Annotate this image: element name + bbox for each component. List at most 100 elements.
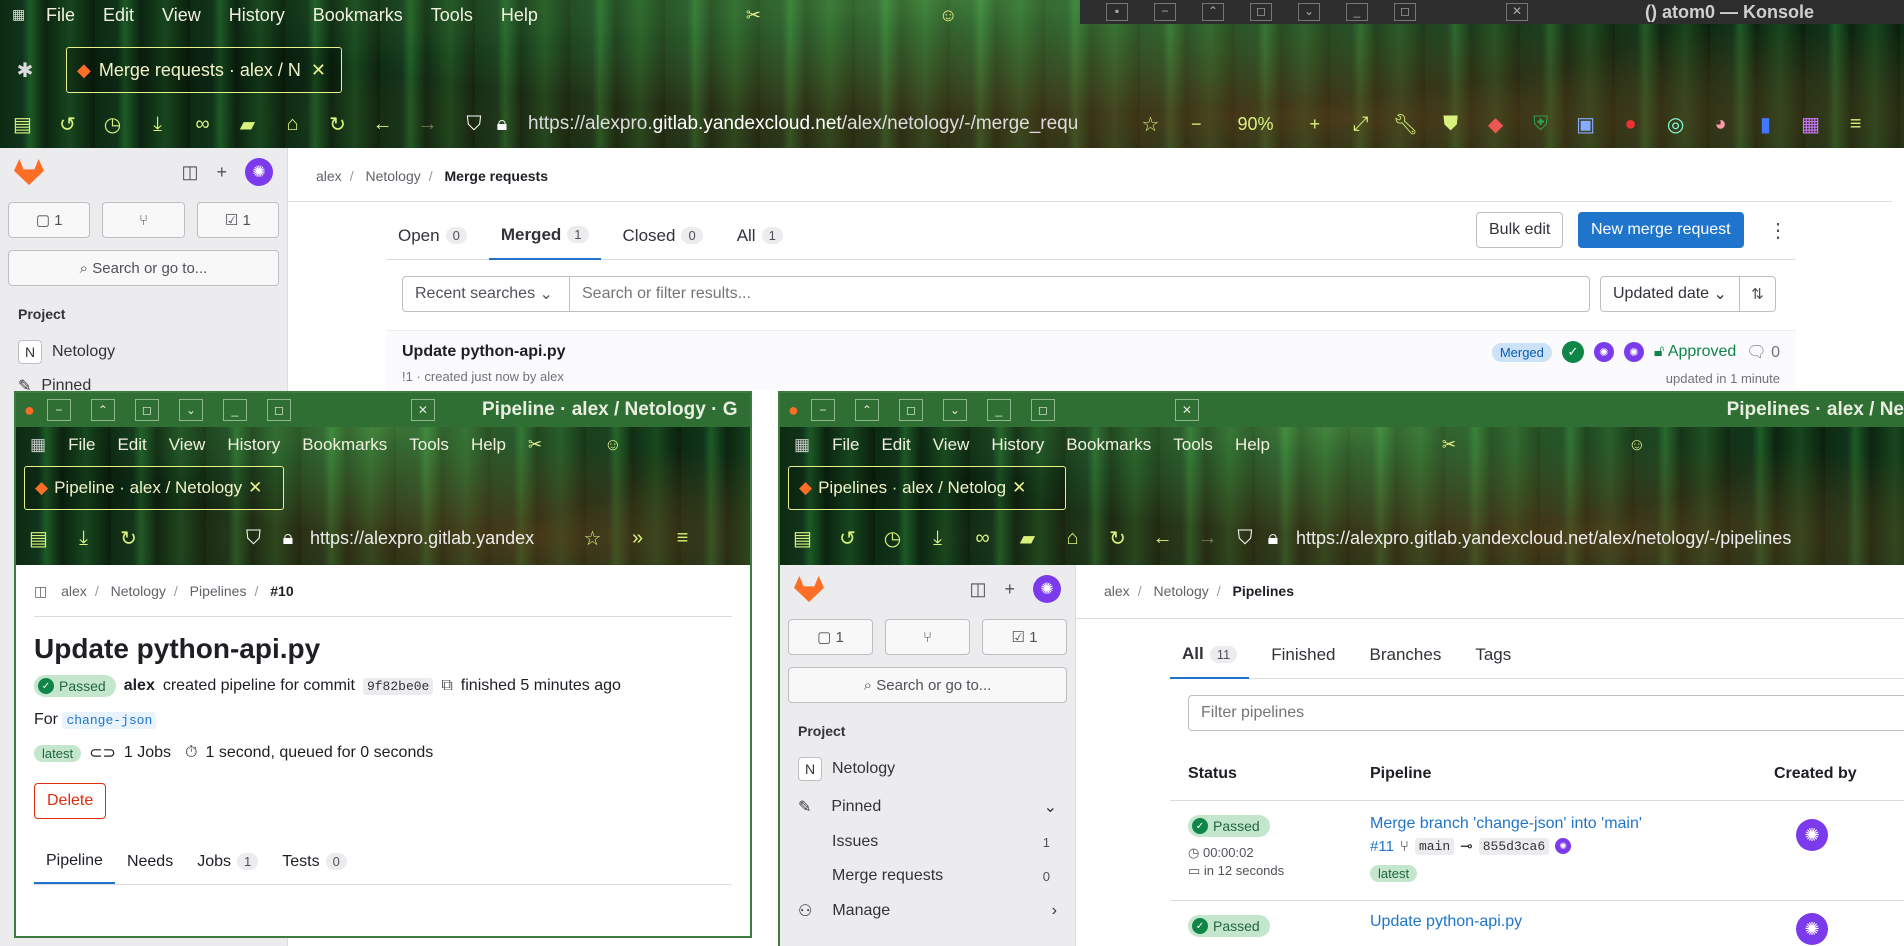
issues-counter-button[interactable]: ▢ 1	[8, 202, 91, 238]
konsole-minimize-button[interactable]: _	[1346, 3, 1368, 21]
menu-history[interactable]: History	[991, 435, 1044, 455]
status-badge[interactable]: ✓ Passed	[1188, 915, 1270, 937]
sort-direction-icon[interactable]: ⇅	[1739, 276, 1776, 312]
menu-file[interactable]: File	[832, 435, 859, 455]
sidebar-item-project[interactable]: N Netology	[0, 332, 287, 372]
tab-merge-requests[interactable]: ◆ Merge requests · alex / N ✕	[66, 47, 342, 93]
search-button[interactable]: ⌕ Search or go to...	[788, 667, 1067, 703]
tab-all[interactable]: All 1	[725, 212, 795, 260]
more-actions-icon[interactable]: ⋮	[1768, 218, 1788, 243]
sidebar-item-project[interactable]: N Netology	[780, 749, 1075, 789]
konsole-expand-button[interactable]: ⌄	[1298, 3, 1320, 21]
tab-closed[interactable]: Closed 0	[611, 212, 715, 260]
avatar[interactable]: ✺	[245, 158, 273, 186]
menu-tools[interactable]: Tools	[431, 5, 473, 26]
breadcrumb-current[interactable]: #10	[270, 583, 293, 599]
home-icon[interactable]: ⌂	[1050, 527, 1095, 550]
url-text[interactable]: https://alexpro.gitlab.yandexcloud.net/a…	[1296, 528, 1856, 549]
user-icon[interactable]: ☺	[1628, 435, 1645, 455]
menu-file[interactable]: File	[68, 435, 95, 455]
todo-counter-button[interactable]: ☑ 1	[196, 202, 279, 238]
grid-icon[interactable]: ▦	[1788, 112, 1833, 137]
win-close-button[interactable]: ✕	[410, 399, 435, 421]
hamburger-menu-icon[interactable]: ≡	[660, 527, 705, 550]
status-badge[interactable]: ✓ Passed	[34, 675, 116, 697]
menu-bookmarks[interactable]: Bookmarks	[1066, 435, 1151, 455]
shield-icon[interactable]: ⛉	[460, 113, 488, 136]
plus-icon[interactable]: +	[216, 162, 227, 183]
gitlab-logo-icon[interactable]	[794, 576, 824, 602]
breadcrumb-user[interactable]: alex	[316, 168, 342, 184]
reload-icon[interactable]: ↻	[1095, 526, 1140, 551]
tab-pipeline[interactable]: ◆ Pipeline · alex / Netology ✕	[24, 466, 284, 510]
bulk-edit-button[interactable]: Bulk edit	[1476, 212, 1564, 248]
branch-name[interactable]: main	[1414, 837, 1455, 855]
menu-history[interactable]: History	[229, 5, 285, 26]
screenshot-icon[interactable]: ✂	[746, 5, 761, 26]
download-icon[interactable]: ⤓	[915, 527, 960, 550]
tab-open[interactable]: Open 0	[386, 212, 479, 260]
screenshot-icon[interactable]: ✂	[1442, 435, 1456, 455]
sidebar-collapse-icon[interactable]: ◫	[181, 162, 198, 183]
sidebar-item-issues[interactable]: Issues 1	[780, 825, 1075, 859]
palette-icon[interactable]: ◕	[1698, 113, 1743, 136]
plus-icon[interactable]: +	[1004, 579, 1015, 600]
breadcrumb-project[interactable]: Netology	[1153, 583, 1208, 599]
win-keep-above-button[interactable]: ⌃	[854, 399, 879, 421]
sidebar-toggle-icon[interactable]: ▤	[0, 112, 45, 137]
book-icon[interactable]: ▮	[1743, 112, 1788, 137]
gitlab-logo-icon[interactable]	[14, 159, 44, 185]
avatar[interactable]: ✺	[1033, 575, 1061, 603]
mr-title[interactable]: Update python-api.py	[402, 343, 566, 361]
reload-icon[interactable]: ↻	[106, 526, 151, 551]
menu-tools[interactable]: Tools	[409, 435, 449, 455]
pipeline-passed-icon[interactable]: ✓	[1561, 341, 1584, 363]
zoom-level[interactable]: 90%	[1238, 114, 1274, 135]
reload-icon[interactable]: ↻	[315, 112, 360, 137]
author-avatar[interactable]: ✺	[1593, 342, 1614, 362]
commit-sha[interactable]: 855d3ca6	[1478, 837, 1550, 855]
issues-counter-button[interactable]: ▢ 1	[788, 619, 873, 655]
konsole-restore-button[interactable]: ◻	[1250, 3, 1272, 21]
creator-avatar[interactable]: ✺	[1796, 819, 1828, 851]
zoom-out-button[interactable]: −	[1191, 114, 1202, 135]
menu-tools[interactable]: Tools	[1173, 435, 1213, 455]
menu-view[interactable]: View	[162, 5, 201, 26]
app-menu-icon[interactable]: ▦	[30, 435, 46, 455]
menu-help[interactable]: Help	[471, 435, 506, 455]
win-minimize-button[interactable]: _	[986, 399, 1011, 421]
sidebar-item-merge-requests[interactable]: Merge requests 0	[780, 859, 1075, 893]
win-restore-button[interactable]: ◻	[898, 399, 923, 421]
todo-counter-button[interactable]: ☑ 1	[982, 619, 1067, 655]
win-menu-button[interactable]: −	[46, 399, 71, 421]
delete-button[interactable]: Delete	[34, 783, 107, 819]
app-menu-icon[interactable]: ▦	[794, 435, 810, 455]
menu-help[interactable]: Help	[1235, 435, 1270, 455]
tab-tags[interactable]: Tags	[1463, 631, 1523, 679]
win-expand-button[interactable]: ⌄	[942, 399, 967, 421]
extension-icon[interactable]: ▰	[225, 112, 270, 137]
win-minimize-button[interactable]: _	[222, 399, 247, 421]
pipeline-title-link[interactable]: Update python-api.py	[1370, 913, 1522, 931]
sort-dropdown[interactable]: Updated date ⌄	[1600, 276, 1740, 312]
commit-author-avatar[interactable]: ✺	[1555, 838, 1572, 854]
mask-icon[interactable]: ∞	[180, 113, 225, 136]
download-icon[interactable]: ⤓	[61, 527, 106, 550]
konsole-close-button[interactable]: ✕	[1506, 3, 1528, 21]
konsole-menu-button[interactable]: ▪	[1106, 3, 1128, 21]
download-icon[interactable]: ⤓	[135, 113, 180, 136]
sidebar-toggle-icon[interactable]: ▤	[16, 526, 61, 551]
tab-needs[interactable]: Needs	[115, 839, 185, 884]
pipeline-id-link[interactable]: #11	[1370, 838, 1394, 855]
menu-edit[interactable]: Edit	[117, 435, 146, 455]
extension-l-icon[interactable]: ◆	[1473, 112, 1518, 137]
breadcrumb-project[interactable]: Netology	[111, 583, 166, 599]
sidebar-item-pinned[interactable]: ✎ Pinned ⌄	[780, 789, 1075, 825]
branch-link[interactable]: change-json	[62, 712, 157, 729]
comments-count[interactable]: 🗨︎ 0	[1746, 342, 1780, 362]
menu-view[interactable]: View	[169, 435, 206, 455]
menu-bookmarks[interactable]: Bookmarks	[302, 435, 387, 455]
save-icon[interactable]: ▣	[1563, 112, 1608, 137]
sync-icon[interactable]: ◎	[1653, 112, 1698, 137]
hamburger-menu-icon[interactable]: ≡	[1833, 113, 1878, 136]
